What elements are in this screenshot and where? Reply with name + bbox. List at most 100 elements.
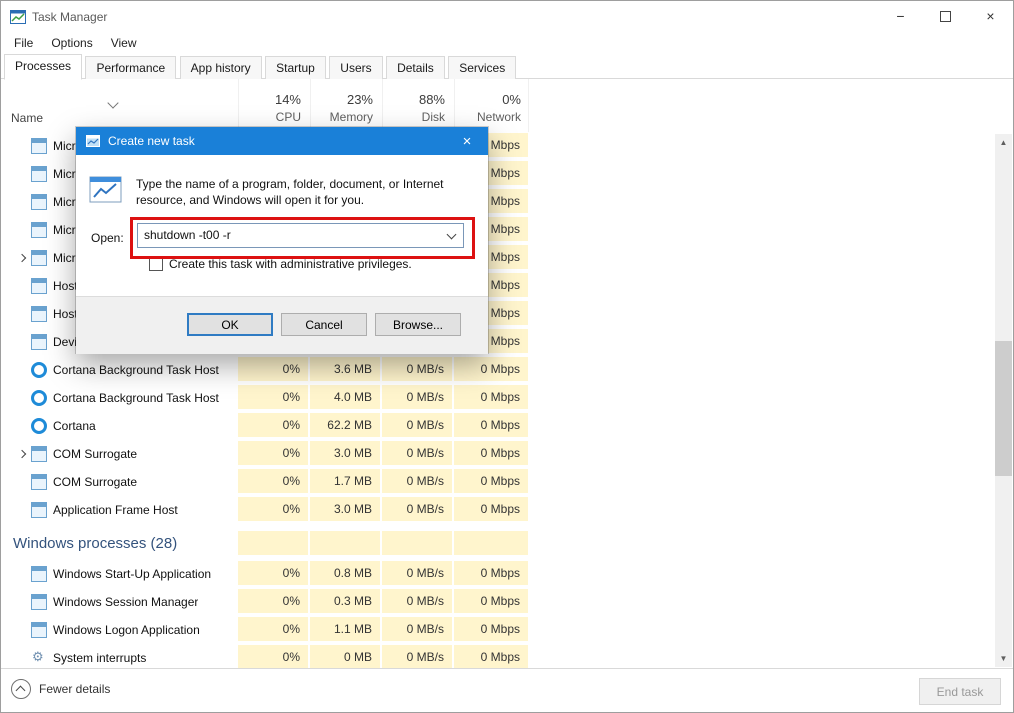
group-header-row[interactable]: Windows processes (28) — [1, 528, 995, 560]
memory-cell: 3.0 MB — [310, 497, 380, 521]
window-process-icon — [31, 566, 47, 582]
process-name: Devi — [53, 335, 77, 349]
disk-cell: 0 MB/s — [382, 617, 452, 641]
expand-chevron-icon[interactable] — [13, 255, 31, 261]
menu-file[interactable]: File — [5, 33, 42, 53]
dialog-footer: OK Cancel Browse... — [76, 296, 488, 354]
titlebar: Task Manager − × — [1, 1, 1013, 32]
scroll-down-icon[interactable]: ▼ — [995, 650, 1012, 667]
vertical-scrollbar[interactable]: ▲ ▼ — [995, 134, 1012, 667]
table-row[interactable]: Cortana Background Task Host0%3.6 MB0 MB… — [1, 356, 995, 384]
status-bar: Fewer details End task — [1, 668, 1013, 713]
column-header-disk[interactable]: 88% Disk — [382, 79, 453, 132]
process-name: Cortana Background Task Host — [53, 391, 219, 405]
dialog-body: Type the name of a program, folder, docu… — [76, 155, 488, 296]
table-row[interactable]: Windows Logon Application0%1.1 MB0 MB/s0… — [1, 616, 995, 644]
process-name-cell: Application Frame Host — [1, 496, 238, 524]
open-combobox[interactable]: shutdown -t00 -r — [137, 223, 464, 248]
disk-cell: 0 MB/s — [382, 561, 452, 585]
ok-button[interactable]: OK — [187, 313, 273, 336]
table-row[interactable]: COM Surrogate0%3.0 MB0 MB/s0 Mbps — [1, 440, 995, 468]
instruction-line-1: Type the name of a program, folder, docu… — [136, 176, 444, 192]
memory-cell: 3.0 MB — [310, 441, 380, 465]
admin-privileges-checkbox[interactable] — [149, 257, 163, 271]
group-header-label: Windows processes (28) — [13, 535, 177, 552]
tab-users[interactable]: Users — [329, 56, 382, 80]
cpu-cell: 0% — [238, 385, 308, 409]
memory-total-percent: 23% — [311, 92, 373, 107]
table-row[interactable]: Cortana0%62.2 MB0 MB/s0 Mbps — [1, 412, 995, 440]
close-icon[interactable]: × — [968, 1, 1013, 31]
process-name: Host — [53, 307, 78, 321]
network-cell: 0 Mbps — [454, 497, 528, 521]
admin-privileges-option[interactable]: Create this task with administrative pri… — [149, 257, 412, 271]
tab-details[interactable]: Details — [386, 56, 445, 80]
process-name: Micr — [53, 195, 76, 209]
disk-cell: 0 MB/s — [382, 469, 452, 493]
app-icon — [10, 10, 26, 24]
network-cell: 0 Mbps — [454, 561, 528, 585]
scroll-up-icon[interactable]: ▲ — [995, 134, 1012, 151]
chevron-down-icon[interactable] — [447, 230, 457, 240]
gear-process-icon — [31, 650, 47, 666]
disk-cell: 0 MB/s — [382, 645, 452, 668]
column-headers: Name 14% CPU 23% Memory 88% Disk 0% Netw… — [1, 79, 995, 133]
window-process-icon — [31, 194, 47, 210]
table-row[interactable]: Application Frame Host0%3.0 MB0 MB/s0 Mb… — [1, 496, 995, 524]
column-header-cpu[interactable]: 14% CPU — [238, 79, 309, 132]
tab-processes[interactable]: Processes — [4, 54, 82, 80]
process-name: Micr — [53, 139, 76, 153]
cpu-cell — [238, 531, 308, 555]
fewer-details-toggle[interactable]: Fewer details — [11, 679, 110, 699]
tab-performance[interactable]: Performance — [85, 56, 176, 80]
process-name-cell: Cortana Background Task Host — [1, 384, 238, 412]
tab-app-history[interactable]: App history — [180, 56, 262, 80]
process-name: Windows Logon Application — [53, 623, 200, 637]
tab-startup[interactable]: Startup — [265, 56, 326, 80]
cpu-cell: 0% — [238, 357, 308, 381]
table-row[interactable]: COM Surrogate0%1.7 MB0 MB/s0 Mbps — [1, 468, 995, 496]
process-name: COM Surrogate — [53, 475, 137, 489]
expand-chevron-icon[interactable] — [13, 451, 31, 457]
cancel-button[interactable]: Cancel — [281, 313, 367, 336]
maximize-icon[interactable] — [923, 1, 968, 31]
tab-bar: Processes Performance App history Startu… — [1, 54, 1013, 79]
process-name-cell: Cortana Background Task Host — [1, 356, 238, 384]
dialog-close-icon[interactable]: × — [446, 127, 488, 155]
browse-button[interactable]: Browse... — [375, 313, 461, 336]
memory-cell: 62.2 MB — [310, 413, 380, 437]
window-process-icon — [31, 306, 47, 322]
scrollbar-thumb[interactable] — [995, 341, 1012, 476]
disk-total-percent: 88% — [383, 92, 445, 107]
minimize-icon[interactable]: − — [878, 1, 923, 31]
column-header-network[interactable]: 0% Network — [454, 79, 529, 132]
memory-cell — [310, 531, 380, 555]
table-row[interactable]: Cortana Background Task Host0%4.0 MB0 MB… — [1, 384, 995, 412]
cpu-cell: 0% — [238, 561, 308, 585]
process-name: Cortana — [53, 419, 96, 433]
disk-column-label: Disk — [383, 110, 445, 124]
open-combobox-value: shutdown -t00 -r — [144, 228, 231, 242]
disk-cell: 0 MB/s — [382, 357, 452, 381]
process-name-cell: Windows Start-Up Application — [1, 560, 238, 588]
table-row[interactable]: Windows Session Manager0%0.3 MB0 MB/s0 M… — [1, 588, 995, 616]
end-task-button[interactable]: End task — [919, 678, 1001, 705]
table-row[interactable]: System interrupts0%0 MB0 MB/s0 Mbps — [1, 644, 995, 668]
column-header-memory[interactable]: 23% Memory — [310, 79, 381, 132]
process-name: Windows Start-Up Application — [53, 567, 211, 581]
table-row[interactable]: Windows Start-Up Application0%0.8 MB0 MB… — [1, 560, 995, 588]
tab-services[interactable]: Services — [448, 56, 516, 80]
network-cell: 0 Mbps — [454, 617, 528, 641]
column-header-name[interactable]: Name — [11, 111, 43, 125]
network-column-label: Network — [455, 110, 521, 124]
process-name: COM Surrogate — [53, 447, 137, 461]
process-name: Application Frame Host — [53, 503, 178, 517]
process-name-cell: Windows Logon Application — [1, 616, 238, 644]
process-name: Windows Session Manager — [53, 595, 198, 609]
window-process-icon — [31, 446, 47, 462]
dialog-titlebar[interactable]: Create new task × — [76, 127, 488, 155]
menu-options[interactable]: Options — [42, 33, 101, 53]
disk-cell: 0 MB/s — [382, 589, 452, 613]
cpu-cell: 0% — [238, 441, 308, 465]
menu-view[interactable]: View — [102, 33, 146, 53]
